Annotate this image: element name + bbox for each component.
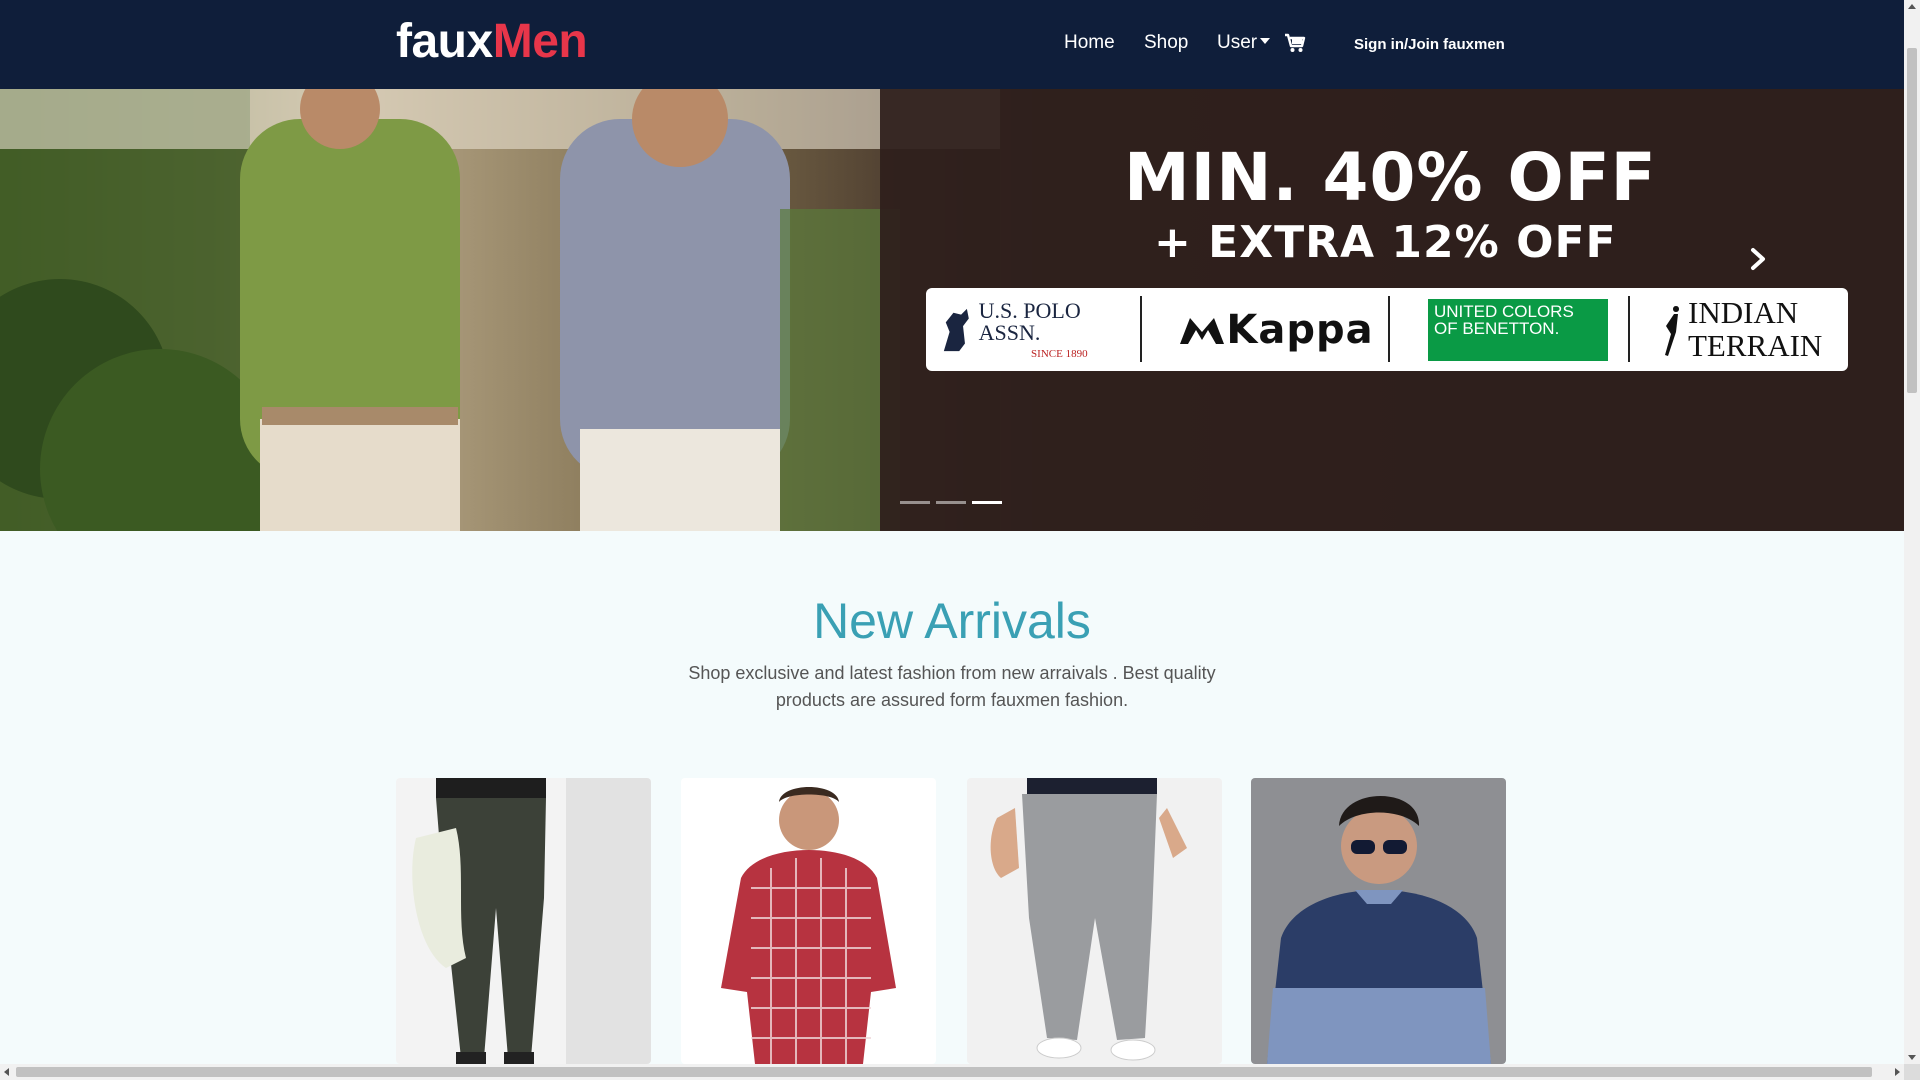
carousel-indicators bbox=[900, 501, 1002, 504]
cart-icon[interactable] bbox=[1284, 33, 1306, 53]
benetton-logo: UNITED COLORS OF BENETTON. bbox=[1418, 288, 1618, 371]
logo-divider bbox=[1140, 296, 1142, 362]
section-description: Shop exclusive and latest fashion from n… bbox=[688, 663, 1216, 710]
section-title: New Arrivals bbox=[813, 593, 1091, 649]
carousel-next-icon[interactable] bbox=[1748, 247, 1768, 271]
product-card[interactable] bbox=[1251, 778, 1506, 1064]
kappa-figures-icon bbox=[1180, 317, 1225, 344]
brand-part-1: faux bbox=[396, 15, 493, 68]
brand-part-2: Men bbox=[492, 15, 588, 68]
nav-home-link[interactable]: Home bbox=[1064, 32, 1115, 54]
scroll-up-icon[interactable] bbox=[1908, 4, 1916, 9]
hero-photo bbox=[0, 89, 1000, 531]
carousel-indicator[interactable] bbox=[936, 501, 966, 504]
hero-carousel: MIN. 40% OFF + EXTRA 12% OFF U.S. POLO A… bbox=[0, 89, 1904, 531]
kappa-text: Kappa bbox=[1226, 306, 1374, 353]
logo-divider bbox=[1628, 296, 1630, 362]
signin-link[interactable]: Sign in/Join fauxmen bbox=[1354, 36, 1505, 53]
scroll-left-icon[interactable] bbox=[4, 1068, 9, 1076]
nav-user-label: User bbox=[1217, 32, 1258, 53]
carousel-indicator[interactable] bbox=[900, 501, 930, 504]
product-card[interactable] bbox=[396, 778, 651, 1064]
promo-subheadline: + EXTRA 12% OFF bbox=[1154, 217, 1617, 268]
product-image bbox=[681, 778, 936, 1064]
nav-user-dropdown[interactable]: User bbox=[1217, 32, 1271, 54]
product-card[interactable] bbox=[681, 778, 936, 1064]
promo-headline: MIN. 40% OFF bbox=[1124, 139, 1657, 216]
indian-terrain-logo: INDIAN TERRAIN bbox=[1648, 288, 1844, 371]
horizontal-scrollbar[interactable] bbox=[0, 1064, 1904, 1080]
terrain-text: TERRAIN bbox=[1688, 327, 1823, 363]
kappa-logo: Kappa bbox=[1156, 288, 1396, 371]
polo-horse-icon bbox=[943, 308, 969, 351]
product-image bbox=[967, 778, 1222, 1064]
product-image bbox=[1251, 778, 1506, 1064]
carousel-indicator-active[interactable] bbox=[972, 501, 1002, 504]
scrollbar-corner bbox=[1904, 1064, 1920, 1080]
polo-text: U.S. POLO ASSN. bbox=[978, 297, 1081, 345]
scroll-down-icon[interactable] bbox=[1908, 1055, 1916, 1060]
nav-shop-link[interactable]: Shop bbox=[1144, 32, 1188, 54]
vertical-scroll-thumb[interactable] bbox=[1907, 48, 1917, 393]
caret-down-icon bbox=[1260, 38, 1271, 45]
indian-text: INDIAN bbox=[1688, 294, 1799, 330]
benetton-text: UNITED COLORS OF BENETTON. bbox=[1428, 298, 1608, 361]
uspolo-logo: U.S. POLO ASSN. SINCE 1890 bbox=[940, 288, 1140, 371]
brand-logos-strip: U.S. POLO ASSN. SINCE 1890 Kappa UNITED … bbox=[926, 288, 1848, 371]
runner-icon bbox=[1665, 305, 1679, 356]
product-card[interactable] bbox=[967, 778, 1222, 1064]
vertical-scrollbar[interactable] bbox=[1904, 0, 1920, 1064]
horizontal-scroll-thumb[interactable] bbox=[16, 1067, 1872, 1077]
scroll-right-icon[interactable] bbox=[1895, 1068, 1900, 1076]
brand-logo[interactable]: fauxMen bbox=[396, 14, 588, 69]
polo-since-text: SINCE 1890 bbox=[1031, 347, 1088, 360]
navbar: fauxMen Home Shop User Sign in/Join faux… bbox=[0, 0, 1904, 89]
logo-divider bbox=[1388, 296, 1390, 362]
product-image bbox=[396, 778, 651, 1064]
